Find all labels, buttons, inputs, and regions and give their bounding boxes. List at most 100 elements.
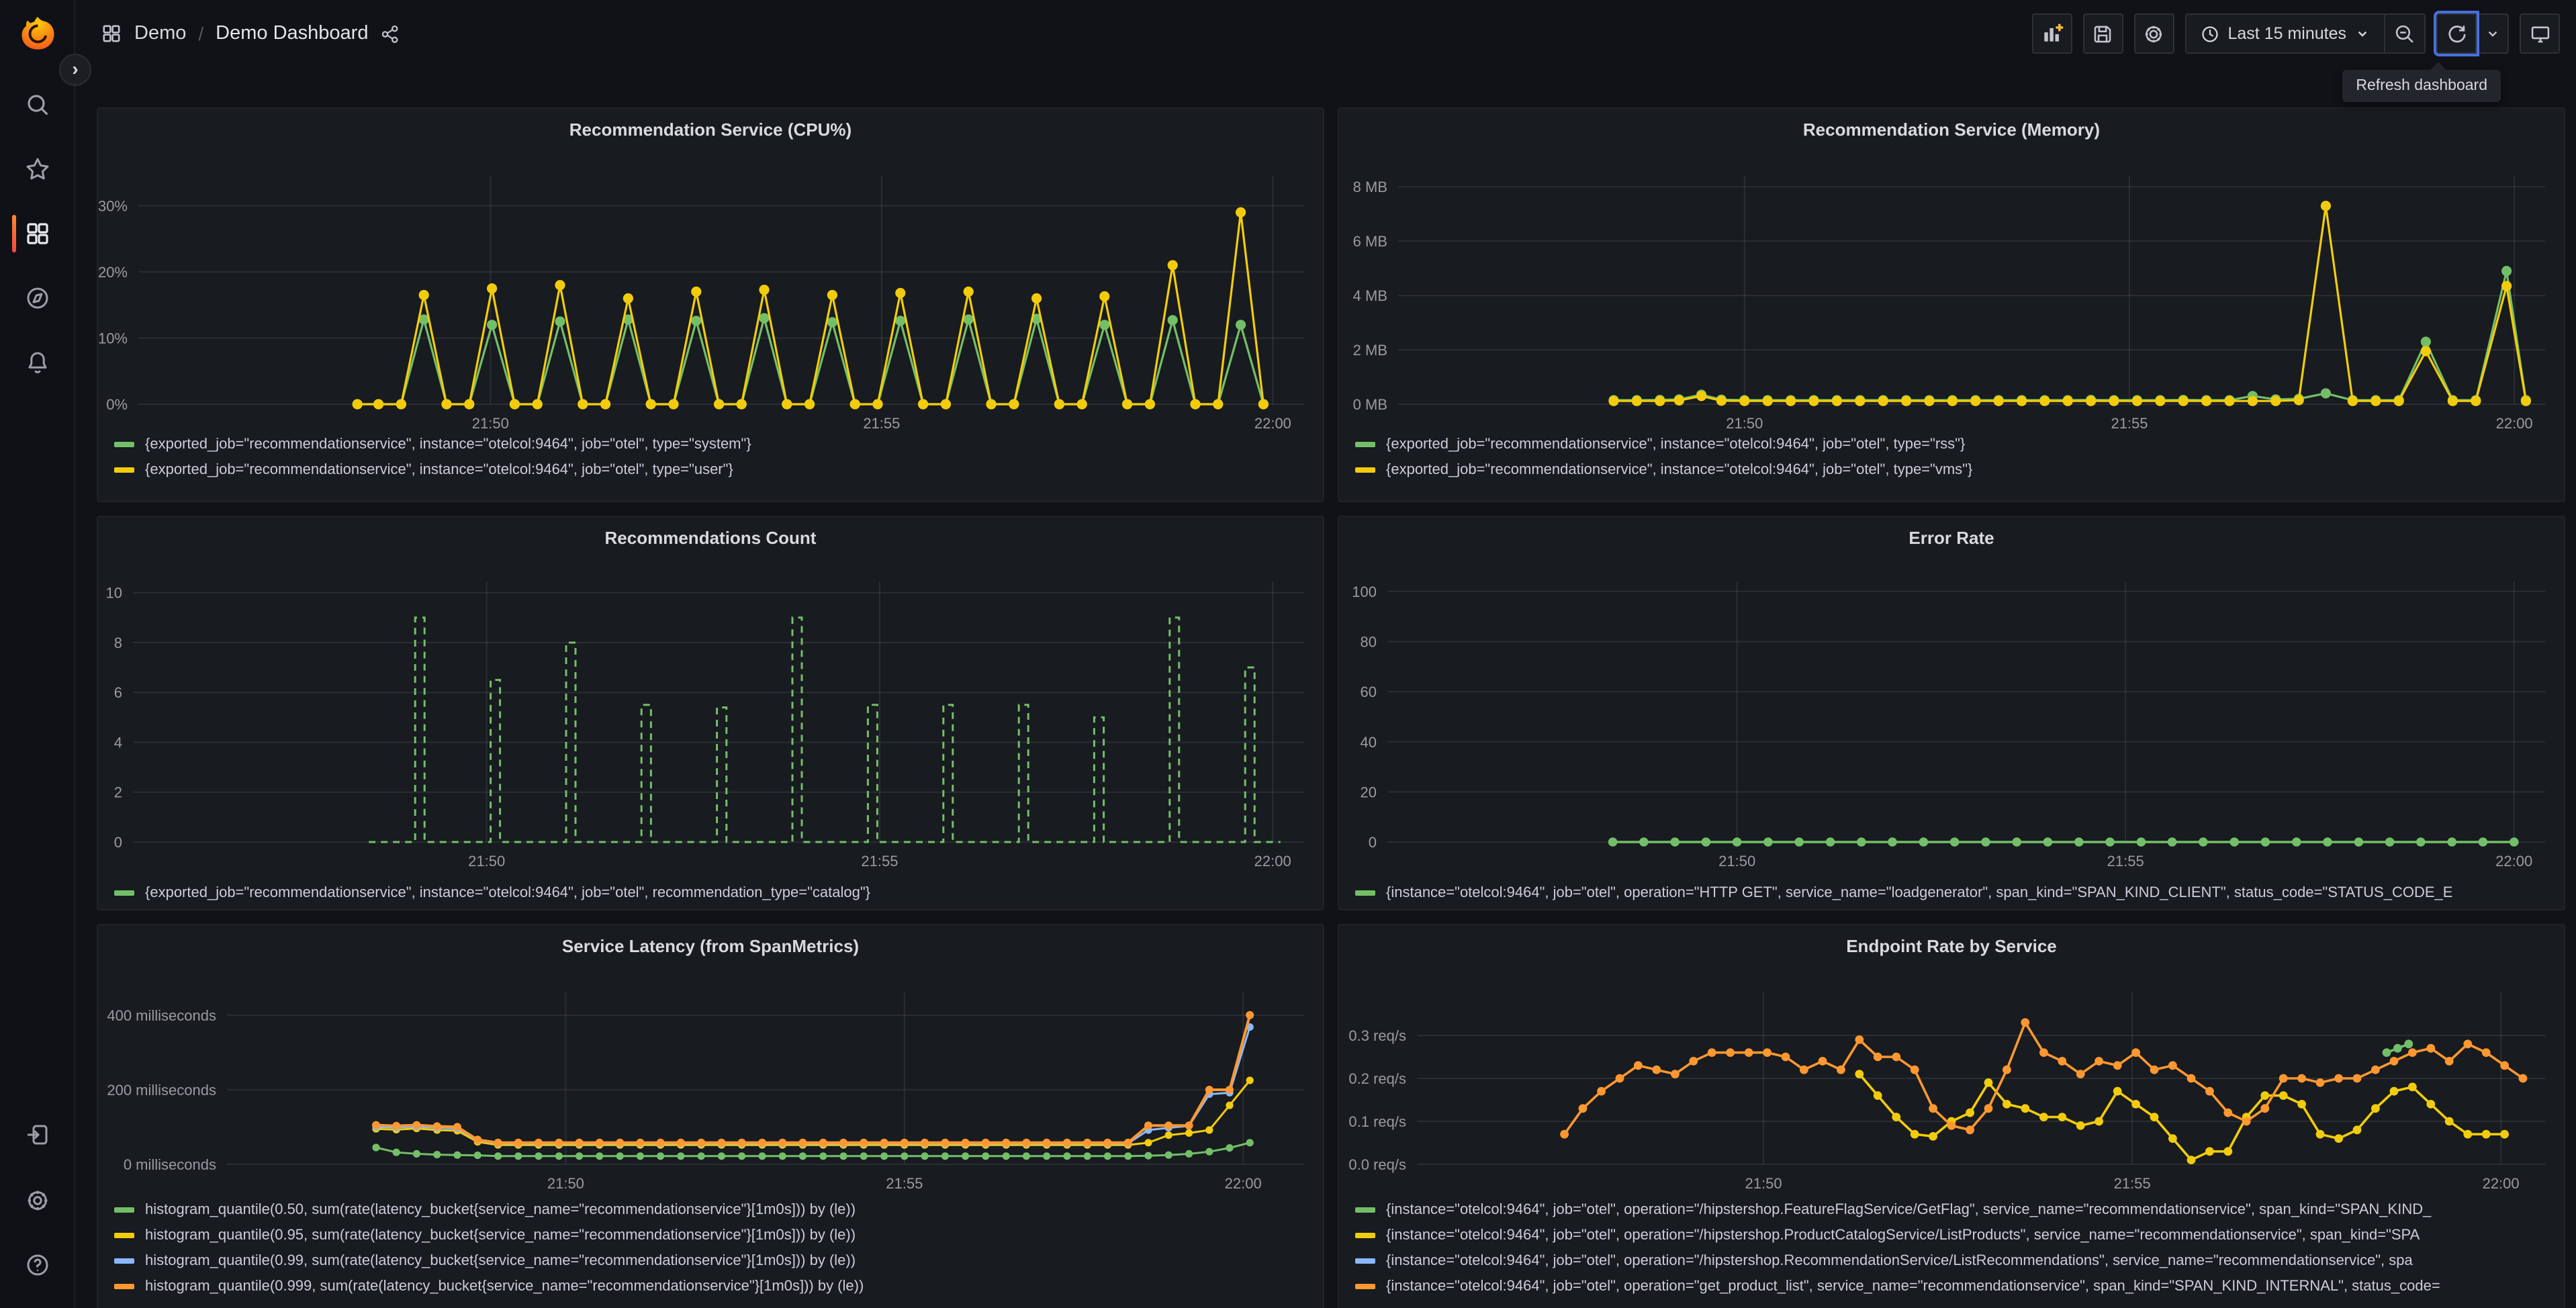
svg-text:0.3 req/s: 0.3 req/s [1348, 1027, 1406, 1044]
grafana-logo[interactable] [19, 15, 56, 52]
legend-series-label: {exported_job="recommendationservice", i… [145, 436, 751, 452]
legend-series-label: histogram_quantile(0.95, sum(rate(latenc… [145, 1227, 856, 1243]
svg-text:4 MB: 4 MB [1353, 287, 1387, 304]
legend-series-label: {exported_job="recommendationservice", i… [1386, 461, 1973, 477]
svg-text:21:55: 21:55 [886, 1175, 923, 1192]
sidebar-item-search[interactable] [0, 78, 75, 132]
dashboard-settings-button[interactable] [2133, 13, 2174, 54]
chevron-down-icon [2487, 31, 2497, 37]
legend-series-swatch [1355, 1232, 1375, 1237]
svg-text:21:50: 21:50 [1718, 853, 1755, 870]
refresh-button[interactable] [2436, 13, 2477, 54]
svg-text:0.1 req/s: 0.1 req/s [1348, 1113, 1406, 1130]
svg-text:21:55: 21:55 [861, 853, 898, 870]
refresh-group [2436, 13, 2509, 54]
legend-item[interactable]: {instance="otelcol:9464", job="otel", op… [1355, 1248, 2556, 1273]
sidebar-item-help[interactable] [0, 1238, 75, 1292]
svg-text:21:50: 21:50 [1726, 415, 1763, 432]
breadcrumb: Demo / Demo Dashboard [101, 0, 400, 67]
svg-text:0%: 0% [106, 396, 128, 413]
chevron-down-icon [2358, 31, 2367, 37]
legend-item[interactable]: {instance="otelcol:9464", job="otel", op… [1355, 1197, 2556, 1222]
refresh-icon [2448, 25, 2465, 42]
zoom-out-icon [2395, 24, 2413, 42]
sidebar-expand-button[interactable]: › [59, 54, 91, 86]
refresh-interval-caret-button[interactable] [2477, 13, 2509, 54]
svg-text:10%: 10% [98, 330, 128, 346]
sidebar-item-admin[interactable] [0, 1174, 75, 1227]
sidebar-item-sign-in[interactable] [0, 1108, 75, 1162]
legend-series-label: {exported_job="recommendationservice", i… [145, 884, 871, 900]
dashboards-grid-icon [103, 25, 120, 42]
sidebar: › [0, 0, 91, 1308]
svg-text:21:50: 21:50 [1745, 1175, 1782, 1192]
legend-item[interactable]: {exported_job="recommendationservice", i… [114, 457, 1315, 482]
active-indicator [12, 215, 16, 252]
legend-item[interactable]: histogram_quantile(0.99, sum(rate(latenc… [114, 1248, 1315, 1273]
svg-text:80: 80 [1361, 634, 1377, 651]
save-dashboard-button[interactable] [2082, 13, 2123, 54]
svg-text:0 milliseconds: 0 milliseconds [124, 1156, 216, 1173]
legend-item[interactable]: {instance="otelcol:9464", job="otel", op… [1355, 880, 2556, 905]
sidebar-item-explore[interactable] [0, 271, 75, 325]
sidebar-item-dashboards[interactable] [0, 207, 75, 261]
svg-text:30%: 30% [98, 197, 128, 214]
panel-recommendation-memory: Recommendation Service (Memory) 0 MB 2 MB… [1338, 107, 2565, 502]
legend-item[interactable]: histogram_quantile(0.999, sum(rate(laten… [114, 1273, 1315, 1299]
svg-text:22:00: 22:00 [1254, 853, 1291, 870]
kiosk-mode-button[interactable] [2520, 13, 2560, 54]
monitor-icon [2530, 26, 2549, 42]
legend-series-label: {exported_job="recommendationservice", i… [1386, 436, 1966, 452]
svg-text:2: 2 [114, 784, 122, 801]
legend-item[interactable]: {instance="otelcol:9464", job="otel", op… [1355, 1273, 2556, 1299]
star-icon [26, 158, 49, 180]
legend-item[interactable]: {exported_job="recommendationservice", i… [114, 880, 1315, 905]
legend-series-swatch [114, 1258, 134, 1263]
legend-series-label: histogram_quantile(0.99, sum(rate(latenc… [145, 1252, 856, 1268]
zoom-out-button[interactable] [2385, 13, 2426, 54]
panel-endpoint-rate: Endpoint Rate by Service 0.0 req/s 0.1 re… [1338, 924, 2565, 1308]
svg-text:22:00: 22:00 [2483, 1175, 2520, 1192]
share-icon[interactable] [380, 24, 400, 44]
svg-text:0: 0 [1369, 834, 1377, 851]
legend-item[interactable]: {instance="otelcol:9464", job="otel", op… [1355, 1222, 2556, 1248]
legend-item[interactable]: {exported_job="recommendationservice", i… [1355, 431, 2556, 457]
legend-series-swatch [1355, 1207, 1375, 1212]
legend-series-swatch [114, 441, 134, 447]
svg-text:6 MB: 6 MB [1353, 233, 1387, 250]
legend-series-swatch [1355, 467, 1375, 472]
legend-item[interactable]: histogram_quantile(0.50, sum(rate(latenc… [114, 1197, 1315, 1222]
svg-text:0.0 req/s: 0.0 req/s [1348, 1156, 1406, 1173]
legend-item[interactable]: histogram_quantile(0.95, sum(rate(latenc… [114, 1222, 1315, 1248]
legend-series-swatch [114, 1283, 134, 1289]
add-panel-button[interactable] [2031, 13, 2072, 54]
top-nav: Demo / Demo Dashboard Last 15 minutes Re… [0, 0, 2576, 102]
legend-series-swatch [1355, 1283, 1375, 1289]
breadcrumb-separator: / [198, 23, 204, 44]
legend-item[interactable]: {exported_job="recommendationservice", i… [1355, 457, 2556, 482]
sidebar-item-starred[interactable] [0, 142, 75, 196]
time-series-chart: 0 2 4 6 8 10 21:50 21:55 22:00 [98, 517, 1323, 909]
time-series-chart: 0 20 40 60 80 100 21:50 21:55 22:00 [1339, 517, 2564, 909]
time-picker-button[interactable]: Last 15 minutes [2184, 13, 2385, 54]
svg-text:21:55: 21:55 [2114, 1175, 2151, 1192]
legend-series-swatch [1355, 1258, 1375, 1263]
svg-text:22:00: 22:00 [2495, 853, 2532, 870]
legend-item[interactable]: {exported_job="recommendationservice", i… [114, 431, 1315, 457]
breadcrumb-dashboard[interactable]: Demo Dashboard [216, 23, 368, 44]
bell-icon [28, 352, 47, 373]
sidebar-item-alerting[interactable] [0, 336, 75, 389]
gear-icon [2146, 25, 2162, 42]
legend-series-swatch [1355, 890, 1375, 895]
svg-text:200 milliseconds: 200 milliseconds [107, 1082, 216, 1099]
breadcrumb-folder[interactable]: Demo [134, 23, 186, 44]
svg-text:6: 6 [114, 684, 122, 701]
dashboards-icon [27, 223, 48, 244]
legend-series-label: histogram_quantile(0.999, sum(rate(laten… [145, 1278, 864, 1294]
refresh-tooltip: Refresh dashboard [2342, 70, 2501, 102]
svg-text:21:50: 21:50 [472, 415, 509, 432]
svg-text:8: 8 [114, 635, 122, 651]
time-range-group: Last 15 minutes [2184, 13, 2426, 54]
grafana-app: Demo / Demo Dashboard Last 15 minutes Re… [0, 0, 2576, 1308]
toolbar: Last 15 minutes [2031, 13, 2560, 54]
